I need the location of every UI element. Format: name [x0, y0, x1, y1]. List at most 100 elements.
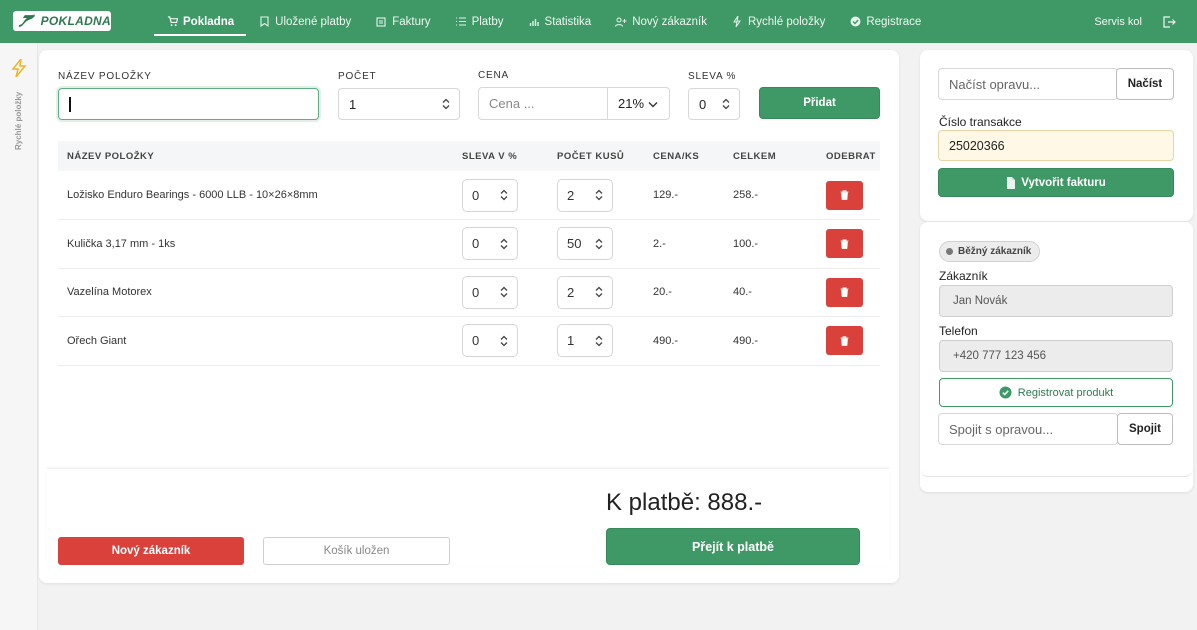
- nav-label: Nový zákazník: [632, 15, 707, 28]
- link-repair-button[interactable]: Spojit: [1117, 413, 1173, 445]
- row-discount-value: 0: [472, 284, 480, 300]
- stepper-icon[interactable]: [500, 189, 508, 201]
- customer-name-value: Jan Novák: [953, 295, 1008, 307]
- discount-cell: 0: [453, 268, 548, 317]
- checkout-footer: K platbě: 888.- Nový zákazník Košík ulož…: [47, 468, 889, 566]
- table-row: Ořech Giant 0 1 490.- 490.-: [58, 316, 880, 366]
- row-discount-input[interactable]: 0: [462, 324, 518, 358]
- remove-cell: [817, 268, 880, 317]
- unit-price: 2.-: [644, 219, 724, 269]
- item-name-label: NÁZEV POLOŽKY: [58, 71, 152, 82]
- stepper-icon[interactable]: [595, 286, 603, 298]
- count-input[interactable]: 1: [338, 88, 460, 120]
- phone-value: +420 777 123 456: [953, 350, 1047, 362]
- nav-label: Platby: [471, 15, 504, 28]
- rail-label: Rychlé položky: [14, 91, 23, 150]
- row-discount-value: 0: [472, 236, 480, 252]
- cart-saved-button[interactable]: Košík uložen: [263, 537, 450, 565]
- nav-item-registration[interactable]: Registrace: [837, 0, 933, 43]
- phone-field[interactable]: +420 777 123 456: [939, 340, 1173, 372]
- new-customer-button[interactable]: Nový zákazník: [58, 537, 244, 565]
- row-discount-input[interactable]: 0: [462, 275, 518, 309]
- stepper-icon[interactable]: [595, 238, 603, 250]
- stepper-icon[interactable]: [595, 335, 603, 347]
- nav-item-quick-items[interactable]: Rychlé položky: [719, 0, 837, 43]
- go-to-payment-button[interactable]: Přejít k platbě: [606, 528, 860, 565]
- discount-input[interactable]: 0: [688, 88, 740, 120]
- logout-icon[interactable]: [1162, 15, 1176, 29]
- stepper-icon[interactable]: [500, 238, 508, 250]
- register-product-button[interactable]: Registrovat produkt: [939, 378, 1173, 407]
- customer-panel: Běžný zákazník Zákazník Jan Novák Telefo…: [920, 222, 1193, 477]
- nav-item-payments[interactable]: Platby: [443, 0, 516, 43]
- check-badge-icon: [999, 386, 1012, 399]
- row-discount-input[interactable]: 0: [462, 227, 518, 261]
- stepper-icon[interactable]: [500, 335, 508, 347]
- row-total: 258.-: [724, 171, 817, 220]
- col-remove-header: ODEBRAT: [817, 141, 880, 171]
- qty-cell: 50: [548, 219, 644, 269]
- vat-select[interactable]: 21%: [607, 87, 670, 120]
- load-repair-button[interactable]: Načíst: [1116, 68, 1174, 100]
- stepper-icon[interactable]: [442, 98, 450, 110]
- nav-item-saved-payments[interactable]: Uložené platby: [246, 0, 363, 43]
- quick-items-rail[interactable]: Rychlé položky: [0, 43, 38, 630]
- nav-label: Pokladna: [183, 15, 235, 28]
- brand-logo[interactable]: POKLADNA: [13, 11, 111, 31]
- stepper-icon[interactable]: [722, 98, 730, 110]
- remove-item-button[interactable]: [826, 277, 863, 307]
- trash-icon: [840, 239, 849, 249]
- nav-item-invoices[interactable]: Faktury: [363, 0, 442, 43]
- qty-cell: 2: [548, 171, 644, 220]
- item-name-input[interactable]: [58, 88, 319, 120]
- customer-name-field[interactable]: Jan Novák: [939, 285, 1173, 317]
- cart-icon: [166, 16, 178, 28]
- discount-cell: 0: [453, 219, 548, 269]
- bookmark-icon: [258, 16, 270, 28]
- trash-icon: [840, 190, 849, 200]
- item-name: Kulička 3,17 mm - 1ks: [58, 219, 453, 269]
- row-qty-value: 2: [567, 187, 575, 203]
- bolt-icon[interactable]: [11, 59, 27, 77]
- discount-value: 0: [699, 96, 707, 112]
- document-icon: [375, 16, 387, 28]
- remove-item-button[interactable]: [826, 180, 863, 210]
- row-discount-value: 0: [472, 187, 480, 203]
- stepper-icon[interactable]: [595, 189, 603, 201]
- discount-cell: 0: [453, 316, 548, 366]
- remove-item-button[interactable]: [826, 326, 863, 356]
- remove-cell: [817, 171, 880, 220]
- transaction-number-input[interactable]: 25020366: [938, 130, 1174, 161]
- row-discount-input[interactable]: 0: [462, 178, 518, 212]
- nav-label: Uložené platby: [275, 15, 352, 28]
- add-item-button[interactable]: Přidat: [759, 87, 880, 119]
- remove-item-button[interactable]: [826, 229, 863, 259]
- price-input[interactable]: Cena ...: [478, 87, 608, 120]
- nav-item-statistics[interactable]: Statistika: [516, 0, 604, 43]
- create-invoice-button[interactable]: Vytvořit fakturu: [938, 168, 1174, 197]
- unit-price: 20.-: [644, 268, 724, 317]
- item-name: Vazelína Motorex: [58, 268, 453, 317]
- stepper-icon[interactable]: [500, 286, 508, 298]
- row-qty-input[interactable]: 2: [557, 178, 613, 212]
- row-qty-input[interactable]: 50: [557, 227, 613, 261]
- load-repair-placeholder: Načíst opravu...: [949, 76, 1041, 92]
- text-caret: [69, 96, 71, 112]
- remove-cell: [817, 316, 880, 366]
- row-qty-input[interactable]: 1: [557, 324, 613, 358]
- row-qty-value: 50: [567, 236, 582, 252]
- row-qty-input[interactable]: 2: [557, 275, 613, 309]
- row-qty-value: 2: [567, 284, 575, 300]
- user-name[interactable]: Servis kol: [1094, 16, 1142, 28]
- phone-label: Telefon: [939, 324, 978, 338]
- load-repair-input[interactable]: Načíst opravu...: [938, 68, 1118, 100]
- row-total: 40.-: [724, 268, 817, 317]
- file-icon: [1007, 176, 1016, 189]
- qty-cell: 1: [548, 316, 644, 366]
- top-navbar: POKLADNA Pokladna Uložené platby Faktury…: [0, 0, 1197, 43]
- table-header-row: NÁZEV POLOŽKY SLEVA V % POČET KUSŮ CENA/…: [58, 141, 880, 171]
- nav-item-new-customer[interactable]: Nový zákazník: [603, 0, 719, 43]
- link-repair-input[interactable]: Spojit s opravou...: [938, 413, 1118, 445]
- unit-price: 129.-: [644, 171, 724, 220]
- nav-item-pokladna[interactable]: Pokladna: [154, 0, 247, 43]
